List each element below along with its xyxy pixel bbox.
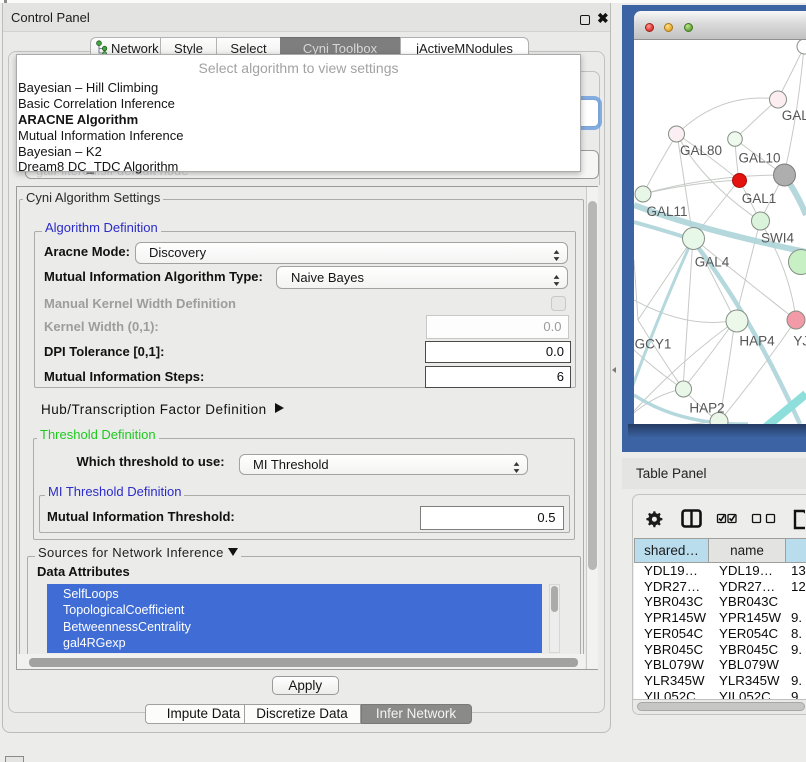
svg-text:HAP4: HAP4 — [739, 334, 775, 349]
svg-text:YJL: YJL — [793, 334, 806, 349]
svg-text:GAL4: GAL4 — [695, 255, 730, 270]
svg-text:SWI4: SWI4 — [761, 231, 794, 246]
svg-text:GAL1: GAL1 — [742, 191, 777, 206]
svg-text:GAL80: GAL80 — [680, 143, 722, 158]
svg-text:GAL10: GAL10 — [738, 151, 780, 166]
svg-text:HAP2: HAP2 — [689, 401, 724, 416]
svg-text:GAL11: GAL11 — [646, 204, 687, 219]
svg-text:GAL7: GAL7 — [782, 108, 806, 123]
svg-text:GCY1: GCY1 — [635, 337, 672, 352]
